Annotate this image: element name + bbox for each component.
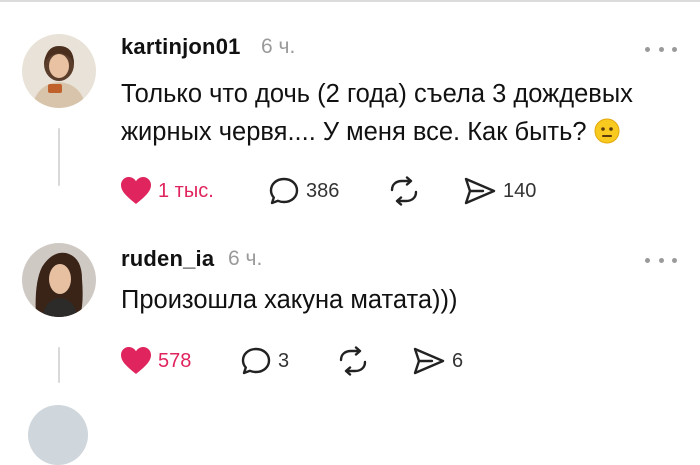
- comment-count: 386: [306, 179, 340, 202]
- comment-count: 3: [278, 349, 290, 372]
- heart-icon: [121, 177, 151, 204]
- share-count: 140: [503, 179, 537, 202]
- more-dots-icon[interactable]: [645, 253, 677, 267]
- post-text-content: Произошла хакуна матата))): [121, 286, 458, 314]
- username[interactable]: ruden_ia: [121, 246, 214, 272]
- like-count: 578: [158, 349, 192, 372]
- share-button[interactable]: 6: [412, 346, 463, 376]
- repost-icon: [339, 346, 367, 376]
- like-button[interactable]: 1 тыс.: [120, 176, 214, 206]
- next-post-avatar[interactable]: [28, 405, 88, 465]
- share-send-icon: [464, 177, 496, 205]
- avatar[interactable]: [22, 34, 96, 108]
- thread-line: [58, 128, 60, 186]
- username[interactable]: kartinjon01: [121, 34, 241, 60]
- repost-button[interactable]: [336, 346, 370, 376]
- like-count: 1 тыс.: [158, 179, 214, 202]
- comment-bubble-icon: [269, 177, 299, 205]
- heart-icon: [121, 347, 151, 374]
- timestamp: 6 ч.: [261, 35, 296, 58]
- more-dots-icon[interactable]: [645, 42, 677, 56]
- comment-button[interactable]: 386: [268, 176, 339, 206]
- neutral-face-emoji: [594, 118, 620, 144]
- share-count: 6: [452, 349, 464, 372]
- post-text: Только что дочь (2 года) съела 3 дождевы…: [121, 75, 681, 151]
- share-button[interactable]: 140: [463, 176, 536, 206]
- repost-icon: [390, 176, 418, 206]
- like-button[interactable]: 578: [120, 346, 191, 376]
- repost-button[interactable]: [387, 176, 421, 206]
- post-text-content: Только что дочь (2 года) съела 3 дождевы…: [121, 80, 633, 146]
- avatar[interactable]: [22, 243, 96, 317]
- thread-line: [58, 347, 60, 383]
- comment-button[interactable]: 3: [240, 346, 289, 376]
- post-text: Произошла хакуна матата))): [121, 281, 681, 319]
- share-send-icon: [413, 347, 445, 375]
- comment-bubble-icon: [241, 347, 271, 375]
- timestamp: 6 ч.: [228, 247, 263, 270]
- top-divider: [0, 0, 700, 2]
